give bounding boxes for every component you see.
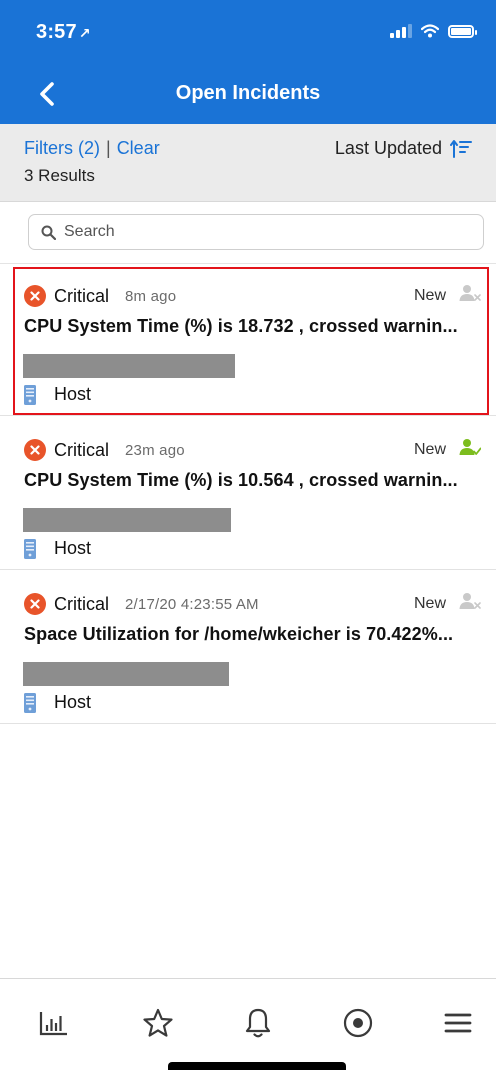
incident-item[interactable]: Critical 8m ago New CPU System Time (%) … — [0, 264, 496, 416]
server-icon — [24, 538, 36, 559]
incident-status: New — [413, 595, 446, 612]
severity-label: Critical — [54, 439, 110, 460]
incident-title: CPU System Time (%) is 10.564 , crossed … — [24, 470, 458, 490]
bell-icon — [245, 1008, 271, 1038]
severity-label: Critical — [54, 593, 110, 614]
tab-monitor[interactable] — [336, 1001, 380, 1045]
page-title: Open Incidents — [175, 82, 321, 104]
sort-button[interactable]: Last Updated — [335, 138, 472, 159]
incident-header: Critical 2/17/20 4:23:55 AM — [24, 593, 259, 615]
menu-icon — [444, 1013, 472, 1033]
filters-line: Filters (2) | Clear — [24, 138, 160, 159]
search-input[interactable] — [64, 223, 444, 241]
target-icon — [343, 1008, 373, 1038]
tab-alerts[interactable] — [236, 1001, 280, 1045]
sort-ascending-icon — [450, 139, 472, 158]
incident-title: CPU System Time (%) is 18.732 , crossed … — [24, 316, 458, 336]
critical-severity-icon — [24, 593, 46, 615]
results-count: 3 Results — [24, 166, 95, 185]
status-time-text: 3:57 — [36, 21, 77, 43]
header: 3:57 ↗ Open Incidents — [0, 0, 496, 124]
incident-status: New — [413, 441, 446, 458]
incident-age: 8m ago — [125, 287, 177, 305]
tab-menu[interactable] — [436, 1001, 480, 1045]
unassigned-user-icon[interactable] — [459, 592, 481, 612]
star-icon — [143, 1008, 173, 1037]
sort-label: Last Updated — [334, 138, 442, 158]
incident-type-label: Host — [54, 538, 92, 558]
status-time: 3:57 ↗ — [36, 21, 91, 44]
incident-type-label: Host — [54, 692, 92, 712]
redacted-hostname — [23, 662, 229, 686]
incident-type: Host — [24, 692, 91, 713]
incident-age: 23m ago — [125, 441, 185, 459]
unassigned-user-icon[interactable] — [459, 284, 481, 304]
incident-status: New — [413, 287, 446, 304]
incident-type: Host — [24, 384, 91, 405]
server-icon — [24, 384, 36, 405]
incident-age: 2/17/20 4:23:55 AM — [125, 595, 259, 613]
filters-link[interactable]: Filters (2) — [24, 138, 100, 159]
filter-bar: Filters (2) | Clear 3 Results Last Updat… — [0, 124, 496, 202]
redacted-hostname — [23, 508, 231, 532]
location-arrow-icon: ↗ — [78, 25, 91, 41]
incident-type: Host — [24, 538, 91, 559]
bottom-tab-bar — [0, 978, 496, 1070]
incident-type-label: Host — [54, 384, 92, 404]
search-box[interactable] — [28, 214, 484, 250]
tab-favorites[interactable] — [136, 1001, 180, 1045]
home-indicator — [168, 1062, 346, 1070]
bar-chart-icon — [39, 1012, 67, 1036]
cellular-signal-icon — [390, 24, 412, 38]
incident-item[interactable]: Critical 2/17/20 4:23:55 AM New Space Ut… — [0, 572, 496, 724]
critical-severity-icon — [24, 285, 46, 307]
severity-label: Critical — [54, 285, 110, 306]
wifi-icon — [421, 24, 439, 38]
incident-item[interactable]: Critical 23m ago New CPU System Time (%)… — [0, 418, 496, 570]
incident-title: Space Utilization for /home/wkeicher is … — [24, 624, 454, 644]
battery-icon — [448, 25, 477, 38]
critical-severity-icon — [24, 439, 46, 461]
search-icon — [41, 225, 56, 240]
incident-header: Critical 8m ago — [24, 285, 176, 307]
tab-dashboard[interactable] — [32, 1001, 76, 1045]
server-icon — [24, 692, 36, 713]
search-section — [0, 202, 496, 264]
redacted-hostname — [23, 354, 235, 378]
incident-header: Critical 23m ago — [24, 439, 185, 461]
filters-separator: | — [106, 138, 111, 158]
assigned-user-icon[interactable] — [459, 438, 481, 458]
clear-filters-link[interactable]: Clear — [117, 138, 160, 159]
status-icons — [390, 24, 477, 38]
